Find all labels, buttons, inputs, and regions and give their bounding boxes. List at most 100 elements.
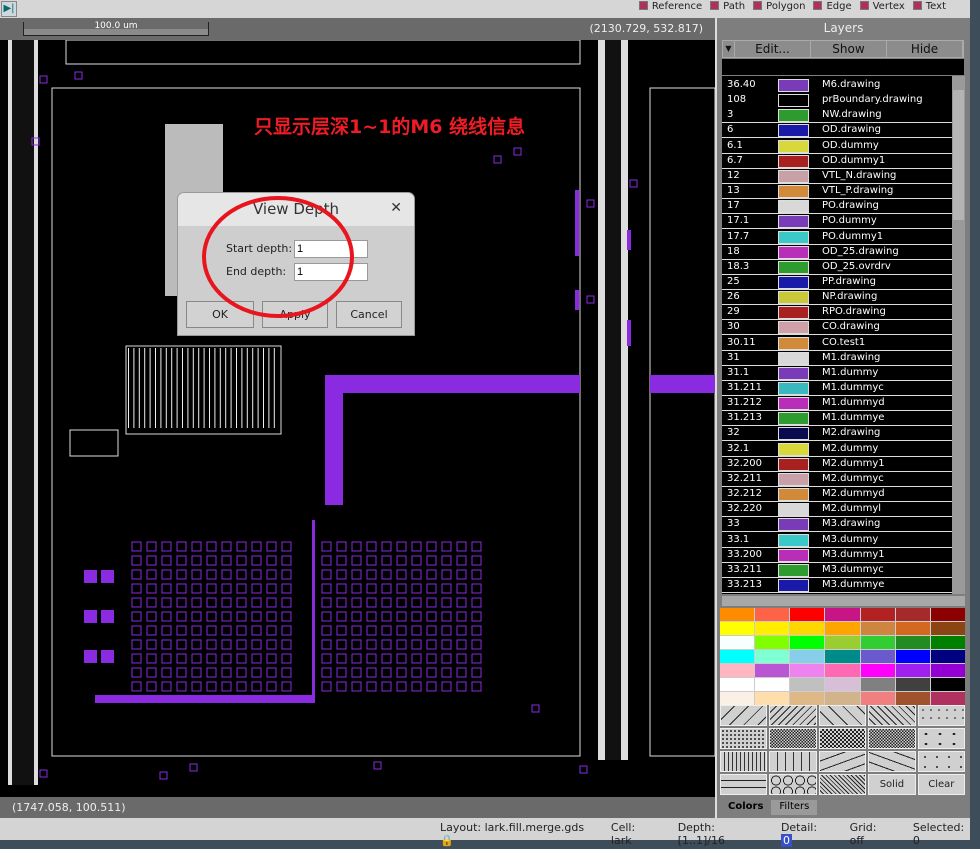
- layer-swatch[interactable]: [778, 275, 809, 289]
- layer-row[interactable]: 29 RPO.drawing: [722, 305, 952, 321]
- fill-pattern[interactable]: [818, 751, 867, 772]
- tab-colors[interactable]: Colors: [720, 800, 772, 815]
- palette-color[interactable]: [860, 664, 895, 677]
- layer-swatch[interactable]: [778, 169, 809, 183]
- layer-row[interactable]: 31.213 M1.dummye: [722, 411, 952, 427]
- layer-row[interactable]: 33.211 M3.dummyc: [722, 563, 952, 578]
- palette-color[interactable]: [720, 622, 755, 635]
- cancel-button[interactable]: Cancel: [336, 301, 402, 328]
- palette-color[interactable]: [790, 650, 825, 663]
- filter-path[interactable]: Path: [710, 1, 745, 12]
- layer-swatch[interactable]: [778, 245, 809, 259]
- palette-color[interactable]: [930, 664, 965, 677]
- layer-swatch[interactable]: [778, 260, 809, 274]
- layer-swatch[interactable]: [778, 563, 809, 577]
- fill-pattern[interactable]: [917, 751, 965, 772]
- layer-row[interactable]: 6.1 OD.dummy: [722, 139, 952, 154]
- layer-row[interactable]: 30.11 CO.test1: [722, 336, 952, 351]
- layer-swatch[interactable]: [778, 533, 809, 547]
- layer-swatch[interactable]: [778, 412, 809, 426]
- layer-swatch[interactable]: [778, 336, 809, 350]
- layer-row[interactable]: 3 NW.drawing: [722, 108, 952, 124]
- layer-row[interactable]: 31.212 M1.dummyd: [722, 396, 952, 412]
- palette-color[interactable]: [755, 622, 790, 635]
- palette-color[interactable]: [930, 622, 965, 635]
- palette-color[interactable]: [895, 678, 930, 691]
- layer-row[interactable]: 33.200 M3.dummy1: [722, 548, 952, 563]
- palette-color[interactable]: [790, 608, 825, 621]
- layer-row[interactable]: 17 PO.drawing: [722, 199, 952, 215]
- fill-pattern[interactable]: [769, 728, 817, 749]
- layer-row[interactable]: 36.40 M6.drawing: [722, 78, 952, 93]
- layer-swatch[interactable]: [778, 291, 809, 305]
- layer-row[interactable]: 32.212 M2.dummyd: [722, 487, 952, 503]
- palette-color[interactable]: [930, 636, 965, 649]
- fill-pattern[interactable]: [917, 705, 965, 726]
- palette-color[interactable]: [755, 664, 790, 677]
- palette-color[interactable]: [860, 636, 895, 649]
- layer-row[interactable]: 17.1 PO.dummy: [722, 214, 952, 230]
- filter-text[interactable]: Text: [912, 1, 946, 12]
- palette-color[interactable]: [825, 692, 860, 705]
- layer-row[interactable]: 32.200 M2.dummy1: [722, 457, 952, 472]
- layer-swatch[interactable]: [778, 457, 809, 471]
- filter-polygon[interactable]: Polygon: [753, 1, 805, 12]
- palette-color[interactable]: [825, 650, 860, 663]
- layer-filter-field[interactable]: [722, 59, 964, 75]
- tab-filters[interactable]: Filters: [771, 800, 818, 815]
- edit-button[interactable]: Edit...: [735, 41, 811, 57]
- layers-menu-dropdown[interactable]: ▼: [723, 41, 735, 57]
- layer-swatch[interactable]: [778, 548, 809, 562]
- palette-color[interactable]: [860, 678, 895, 691]
- layer-swatch[interactable]: [778, 109, 809, 123]
- layer-swatch[interactable]: [778, 230, 809, 244]
- layer-swatch[interactable]: [778, 397, 809, 411]
- palette-color[interactable]: [720, 692, 755, 705]
- layout-canvas[interactable]: [0, 39, 716, 797]
- layer-swatch[interactable]: [778, 488, 809, 502]
- layer-row[interactable]: 25 PP.drawing: [722, 275, 952, 290]
- palette-color[interactable]: [930, 608, 965, 621]
- layer-row[interactable]: 13 VTL_P.drawing: [722, 184, 952, 200]
- palette-color[interactable]: [755, 608, 790, 621]
- palette-color[interactable]: [720, 664, 755, 677]
- palette-color[interactable]: [895, 650, 930, 663]
- layer-row[interactable]: 33.213 M3.dummye: [722, 578, 952, 593]
- filter-reference[interactable]: Reference: [638, 1, 702, 12]
- layer-swatch[interactable]: [778, 427, 809, 441]
- palette-color[interactable]: [860, 692, 895, 705]
- layer-row[interactable]: 32.1 M2.dummy: [722, 442, 952, 457]
- palette-color[interactable]: [825, 622, 860, 635]
- horizontal-scrollbar[interactable]: [722, 596, 965, 606]
- layer-row[interactable]: 31 M1.drawing: [722, 351, 952, 366]
- palette-color[interactable]: [860, 622, 895, 635]
- layer-row[interactable]: 18.3 OD_25.ovrdrv: [722, 260, 952, 275]
- layer-row[interactable]: 32 M2.drawing: [722, 426, 952, 442]
- detail-value[interactable]: 0: [780, 834, 792, 847]
- palette-color[interactable]: [895, 622, 930, 635]
- palette-color[interactable]: [860, 650, 895, 663]
- palette-color[interactable]: [790, 664, 825, 677]
- fill-pattern[interactable]: [917, 728, 965, 749]
- palette-color[interactable]: [720, 636, 755, 649]
- layer-swatch[interactable]: [778, 351, 809, 365]
- layer-swatch[interactable]: [778, 472, 809, 486]
- palette-color[interactable]: [720, 608, 755, 621]
- palette-color[interactable]: [755, 692, 790, 705]
- show-button[interactable]: Show: [811, 41, 887, 57]
- fill-pattern[interactable]: [769, 705, 817, 726]
- close-icon[interactable]: ✕: [390, 200, 402, 216]
- palette-color[interactable]: [930, 678, 965, 691]
- palette-color[interactable]: [790, 636, 825, 649]
- fill-pattern[interactable]: [769, 751, 817, 772]
- fill-pattern[interactable]: [868, 705, 916, 726]
- layer-swatch[interactable]: [778, 200, 809, 214]
- layer-swatch[interactable]: [778, 503, 809, 517]
- palette-color[interactable]: [720, 678, 755, 691]
- clear-pattern-button[interactable]: Clear: [917, 774, 965, 795]
- fill-pattern[interactable]: [720, 774, 768, 795]
- layer-swatch[interactable]: [778, 94, 809, 108]
- palette-color[interactable]: [790, 692, 825, 705]
- layer-swatch[interactable]: [778, 321, 809, 335]
- layer-row[interactable]: 6.7 OD.dummy1: [722, 154, 952, 169]
